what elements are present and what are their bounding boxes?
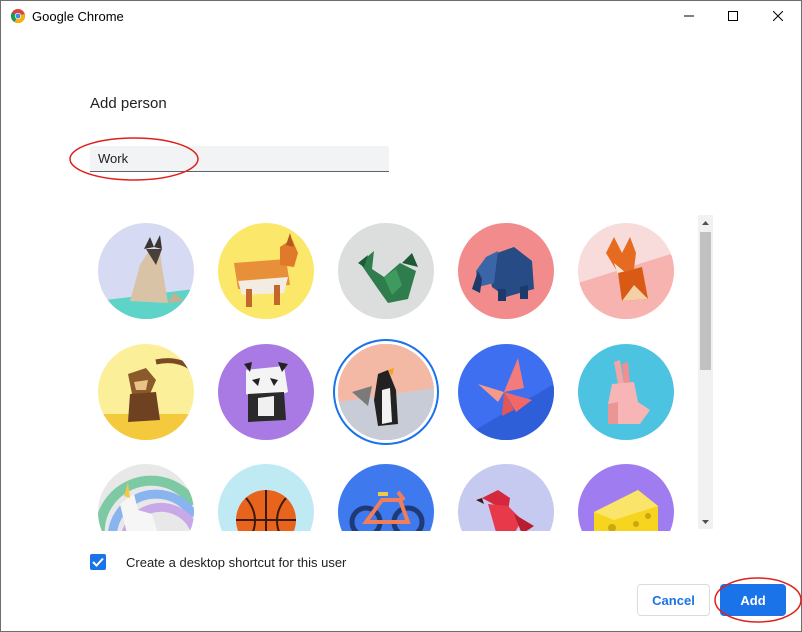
cancel-button[interactable]: Cancel [637, 584, 710, 616]
penguin-icon [338, 344, 434, 440]
close-icon [773, 11, 783, 21]
avatar-elephant[interactable] [458, 223, 554, 319]
checkmark-icon [92, 557, 104, 567]
avatar-basketball[interactable] [218, 464, 314, 531]
chrome-logo-icon [11, 9, 25, 23]
avatar-unicorn[interactable] [98, 464, 194, 531]
maximize-icon [728, 11, 738, 21]
bird-icon [458, 464, 554, 531]
close-button[interactable] [755, 1, 801, 31]
avatar-monkey[interactable] [98, 344, 194, 440]
basketball-icon [218, 464, 314, 531]
avatar-fox[interactable] [578, 223, 674, 319]
avatar-panda[interactable] [218, 344, 314, 440]
window-title: Google Chrome [32, 9, 124, 24]
elephant-icon [458, 223, 554, 319]
maximize-button[interactable] [710, 1, 756, 31]
avatar-scrollbar[interactable] [698, 215, 713, 529]
corgi-icon [218, 223, 314, 319]
cat-icon [98, 223, 194, 319]
monkey-icon [98, 344, 194, 440]
avatar-bicycle[interactable] [338, 464, 434, 531]
chrome-window: Google Chrome Add person Work Create a d… [0, 0, 802, 632]
scroll-down-button[interactable] [698, 514, 713, 529]
avatar-grid [89, 213, 689, 531]
butterfly-icon [458, 344, 554, 440]
avatar-butterfly[interactable] [458, 344, 554, 440]
scroll-up-arrow-icon [702, 220, 709, 225]
profile-name-input[interactable] [90, 146, 378, 170]
avatar-cheese[interactable] [578, 464, 674, 531]
scroll-thumb[interactable] [700, 232, 711, 370]
scroll-up-button[interactable] [698, 215, 713, 230]
avatar-cat[interactable] [98, 223, 194, 319]
minimize-button[interactable] [666, 1, 712, 31]
desktop-shortcut-checkbox[interactable] [90, 554, 106, 570]
panda-icon [218, 344, 314, 440]
scroll-down-arrow-icon [702, 519, 709, 524]
avatar-dragon[interactable] [338, 223, 434, 319]
avatar-rabbit[interactable] [578, 344, 674, 440]
avatar-penguin[interactable] [338, 344, 434, 440]
fox-icon [578, 223, 674, 319]
profile-name-field[interactable] [90, 146, 389, 172]
unicorn-icon [98, 464, 194, 531]
bicycle-icon [338, 464, 434, 531]
add-button[interactable]: Add [720, 584, 786, 616]
avatar-corgi[interactable] [218, 223, 314, 319]
minimize-icon [684, 15, 694, 17]
rabbit-icon [578, 344, 674, 440]
avatar-bird[interactable] [458, 464, 554, 531]
desktop-shortcut-label: Create a desktop shortcut for this user [126, 555, 347, 570]
cheese-icon [578, 464, 674, 531]
dragon-icon [338, 223, 434, 319]
title-bar: Google Chrome [1, 1, 801, 31]
dialog-heading: Add person [90, 95, 167, 112]
